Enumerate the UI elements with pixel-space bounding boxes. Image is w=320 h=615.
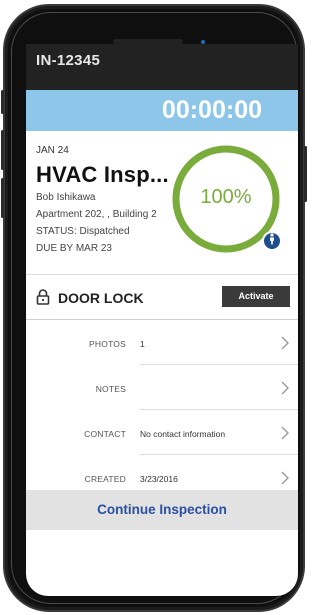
door-lock-label: DOOR LOCK: [58, 290, 144, 306]
app-screen: IN-12345 00:00:00 JAN 24 HVAC Insp... Bo…: [26, 44, 298, 596]
detail-label: PHOTOS: [89, 339, 126, 349]
continue-inspection-button[interactable]: Continue Inspection: [26, 490, 298, 530]
details-list: PHOTOS 1 NOTES CONTACT No contact inform…: [26, 320, 298, 488]
phone-side-button: [304, 146, 307, 202]
phone-side-button: [1, 178, 4, 218]
detail-row-photos[interactable]: PHOTOS 1: [26, 320, 298, 365]
phone-side-button: [1, 130, 4, 170]
detail-value: 1: [140, 339, 145, 349]
chevron-right-icon: [280, 470, 290, 491]
detail-label: CONTACT: [84, 429, 126, 439]
detail-label: NOTES: [95, 384, 126, 394]
timer-bar: 00:00:00: [26, 90, 298, 131]
assignee-badge[interactable]: [262, 231, 282, 251]
phone-side-button: [1, 90, 4, 114]
activate-button[interactable]: Activate: [222, 286, 290, 307]
detail-value: 3/23/2016: [140, 474, 178, 484]
detail-row-notes[interactable]: NOTES: [26, 365, 298, 410]
detail-label: CREATED: [84, 474, 126, 484]
job-summary: JAN 24 HVAC Insp... Bob Ishikawa Apartme…: [26, 131, 298, 275]
chevron-right-icon: [280, 380, 290, 401]
door-lock-row: DOOR LOCK Activate: [26, 275, 298, 320]
chevron-right-icon: [280, 425, 290, 446]
timer-value: 00:00:00: [161, 96, 262, 124]
detail-value: No contact information: [140, 429, 226, 439]
chevron-right-icon: [280, 335, 290, 356]
lock-icon: [36, 289, 50, 310]
inspection-id: IN-12345: [36, 52, 101, 69]
detail-row-contact[interactable]: CONTACT No contact information: [26, 410, 298, 455]
person-icon: [267, 232, 277, 250]
top-bar: IN-12345: [26, 44, 298, 90]
